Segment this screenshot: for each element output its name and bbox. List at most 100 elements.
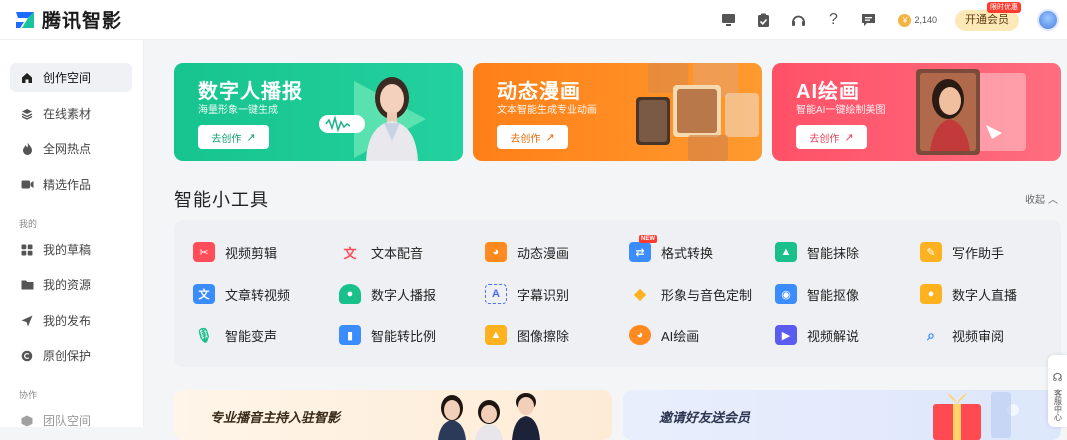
tool-video-review[interactable]: ⌕ 视频审阅 <box>920 325 1004 345</box>
banner-subtitle: 海量形象一键生成 <box>198 105 278 116</box>
user-avatar[interactable] <box>1037 9 1059 31</box>
tool-digital-human-live[interactable]: ● 数字人直播 <box>920 284 1017 304</box>
flame-icon <box>20 142 34 156</box>
tool-video-editing[interactable]: ✂ 视频剪辑 <box>193 242 277 262</box>
coin-icon: ¥ <box>898 13 912 27</box>
tool-label: 视频解说 <box>807 328 860 344</box>
aspect-ratio-icon: ▮ <box>339 325 361 345</box>
tool-label: 写作助手 <box>952 245 1005 261</box>
open-vip-button[interactable]: 开通会员 限时优惠 <box>955 1 1021 31</box>
button-label: 去创作 <box>211 133 242 145</box>
person-voice-icon: ● <box>339 284 361 304</box>
go-create-button[interactable]: 去创作 ↗ <box>497 125 568 149</box>
go-create-button[interactable]: 去创作 ↗ <box>796 125 867 149</box>
person-cutout-icon: ◉ <box>775 284 797 304</box>
palette-icon: ◕ <box>485 242 507 262</box>
sidebar-item-label: 原创保护 <box>43 349 92 363</box>
sidebar-item-my-resources[interactable]: 我的资源 <box>10 270 132 299</box>
button-label: 去创作 <box>510 133 541 145</box>
clipboard-check-icon[interactable] <box>753 10 773 30</box>
arrow-up-right-icon: ↗ <box>246 131 256 144</box>
tool-smart-erase[interactable]: ▲ 智能抹除 <box>775 242 859 262</box>
tool-format-conversion[interactable]: ⇄ NEW 格式转换 <box>629 235 713 262</box>
card-invite-friends[interactable]: 邀请好友送会员 <box>623 390 1061 440</box>
grid-icon <box>20 243 34 257</box>
text-voice-icon: 文 <box>343 245 357 261</box>
logo[interactable]: 腾讯智影 <box>14 6 122 33</box>
convert-icon: ⇄ NEW <box>629 235 657 262</box>
sidebar-item-my-publish[interactable]: 我的发布 <box>10 306 132 335</box>
button-label: 去创作 <box>809 133 840 145</box>
logo-mark-icon <box>14 10 36 30</box>
tool-label: 智能转比例 <box>371 328 437 344</box>
sidebar-item-hot-topics[interactable]: 全网热点 <box>10 134 132 163</box>
tool-label: 数字人直播 <box>952 287 1018 303</box>
top-bar: 腾讯智影 ? ¥ 2,140 开通会员 限时优惠 <box>0 0 1067 40</box>
tool-subtitle-recognition[interactable]: A 字幕识别 <box>485 284 569 304</box>
tool-digital-human-broadcast[interactable]: ● 数字人播报 <box>339 284 436 304</box>
article-video-icon: 文 <box>193 284 215 304</box>
banner-dynamic-comics[interactable]: 动态漫画 文本智能生成专业动画 去创作 ↗ <box>473 63 762 161</box>
sidebar-item-creation-space[interactable]: 创作空间 <box>10 63 132 92</box>
subtitle-scan-icon: A <box>485 284 507 304</box>
folder-icon <box>20 278 34 292</box>
banner-title: 动态漫画 <box>497 81 581 103</box>
headset-icon[interactable] <box>788 10 808 30</box>
smart-tools-panel: ✂ 视频剪辑 文 文本配音 ◕ 动态漫画 ⇄ NEW 格式转换 ▲ 智能抹除 ✎ … <box>174 220 1061 367</box>
video-narration-icon: ▶ <box>775 325 797 345</box>
banner-title: AI绘画 <box>796 81 860 103</box>
announcers-illustration <box>438 393 540 440</box>
tool-text-dubbing[interactable]: 文 文本配音 <box>339 242 423 262</box>
sidebar-item-my-drafts[interactable]: 我的草稿 <box>10 235 132 264</box>
sidebar-item-label: 我的发布 <box>43 314 92 328</box>
paint-palette-icon: ◕ <box>629 325 651 345</box>
card-title: 邀请好友送会员 <box>659 410 751 425</box>
tool-writing-assistant[interactable]: ✎ 写作助手 <box>920 242 1004 262</box>
digital-human-illustration <box>319 77 426 161</box>
tool-dynamic-comics[interactable]: ◕ 动态漫画 <box>485 242 569 262</box>
banner-digital-human[interactable]: 数字人播报 海量形象一键生成 去创作 ↗ <box>174 63 463 161</box>
card-announcer-join[interactable]: 专业播音主持入驻智影 <box>174 390 612 440</box>
banner-subtitle: 智能AI一键绘制美图 <box>796 105 886 116</box>
gift-box-illustration <box>933 392 1019 440</box>
live-person-icon: ● <box>920 284 942 304</box>
tool-smart-aspect-ratio[interactable]: ▮ 智能转比例 <box>339 325 436 345</box>
tool-video-commentary[interactable]: ▶ 视频解说 <box>775 325 859 345</box>
tool-ai-painting[interactable]: ◕ AI绘画 <box>629 325 699 345</box>
message-icon[interactable] <box>858 10 878 30</box>
monitor-icon[interactable] <box>718 10 738 30</box>
banner-ai-painting[interactable]: AI绘画 智能AI一键绘制美图 去创作 ↗ <box>772 63 1061 161</box>
tool-smart-matting[interactable]: ◉ 智能抠像 <box>775 284 859 304</box>
sidebar-item-label: 我的草稿 <box>43 243 92 257</box>
tool-label: 视频剪辑 <box>225 245 278 261</box>
customer-service-tab[interactable]: ☊ 客服中心 <box>1048 355 1067 427</box>
coin-balance[interactable]: ¥ 2,140 <box>898 13 937 27</box>
sidebar-item-label: 创作空间 <box>43 71 92 85</box>
sidebar-item-online-assets[interactable]: 在线素材 <box>10 99 132 128</box>
video-icon <box>20 178 34 192</box>
sidebar-item-label: 在线素材 <box>43 107 92 121</box>
scissors-icon: ✂ <box>193 242 215 262</box>
arrow-up-right-icon: ↗ <box>545 131 555 144</box>
sidebar-item-label: 全网热点 <box>43 142 92 156</box>
send-icon <box>20 314 34 328</box>
sidebar-item-original-protection[interactable]: 原创保护 <box>10 341 132 370</box>
tool-label: 文本配音 <box>371 245 424 261</box>
sidebar-item-featured-works[interactable]: 精选作品 <box>10 170 132 199</box>
comic-frames-illustration <box>636 63 759 161</box>
collapse-toggle[interactable]: 收起 ︿ <box>1025 191 1058 206</box>
tool-label: 智能抠像 <box>807 287 860 303</box>
help-icon[interactable]: ? <box>823 10 843 30</box>
tool-avatar-voice-custom[interactable]: ◆ 形象与音色定制 <box>629 284 752 304</box>
go-create-button[interactable]: 去创作 ↗ <box>198 125 269 149</box>
microphone-icon: 🎙 <box>195 326 213 343</box>
tool-label: 视频审阅 <box>952 328 1005 344</box>
sidebar-item-team-space[interactable]: 团队空间 <box>10 406 132 435</box>
tool-label: 动态漫画 <box>517 245 570 261</box>
sidebar-group-mine: 我的 <box>19 219 38 229</box>
pen-doc-icon: ✎ <box>920 242 942 262</box>
image-erase-icon: ▲ <box>775 242 797 262</box>
tool-smart-voice-change[interactable]: 🎙 智能变声 <box>193 325 277 345</box>
tool-article-to-video[interactable]: 文 文章转视频 <box>193 284 290 304</box>
tool-image-erase[interactable]: ▲ 图像擦除 <box>485 325 569 345</box>
